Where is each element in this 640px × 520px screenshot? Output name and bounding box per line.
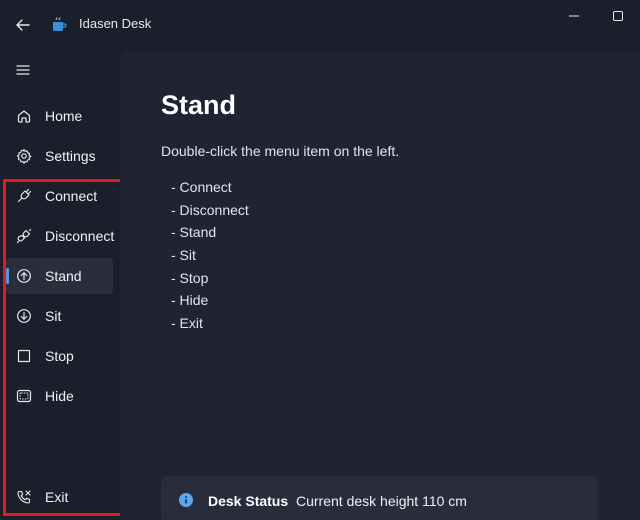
status-message: Current desk height 110 cm xyxy=(296,493,467,509)
plug-disconnect-icon xyxy=(16,228,32,244)
sidebar-item-home[interactable]: Home xyxy=(6,98,113,134)
list-item: - Sit xyxy=(171,247,196,264)
arrow-down-circle-icon xyxy=(16,308,32,324)
info-icon xyxy=(179,493,193,507)
list-item: - Hide xyxy=(171,292,209,309)
sidebar-item-label: Connect xyxy=(45,188,98,204)
app-window: Idasen Desk Home Settings Connect Discon… xyxy=(0,0,640,520)
exit-phone-icon xyxy=(16,489,32,505)
sidebar-item-label: Home xyxy=(45,108,83,124)
desk-status-bar: Desk Status Current desk height 110 cm xyxy=(161,476,597,520)
instruction-text: Double-click the menu item on the left. xyxy=(161,143,400,159)
arrow-left-icon xyxy=(16,19,30,31)
sidebar-item-exit[interactable]: Exit xyxy=(6,479,113,515)
sidebar-item-sit[interactable]: Sit xyxy=(6,298,113,334)
list-item: - Connect xyxy=(171,179,232,195)
list-item: - Stand xyxy=(171,224,217,241)
list-item: - Disconnect xyxy=(171,201,249,218)
title-bar: Idasen Desk xyxy=(0,0,640,48)
sidebar-item-label: Stand xyxy=(45,268,82,284)
stop-square-icon xyxy=(16,348,32,364)
maximize-button[interactable] xyxy=(606,4,630,28)
sidebar-item-label: Hide xyxy=(45,388,74,404)
sidebar-item-label: Exit xyxy=(45,489,69,505)
minimize-button[interactable] xyxy=(562,4,586,28)
sidebar-item-label: Stop xyxy=(45,348,74,364)
maximize-icon xyxy=(613,11,623,21)
back-button[interactable] xyxy=(8,10,38,40)
page-title: Stand xyxy=(161,90,237,120)
content-pane: Stand Double-click the menu item on the … xyxy=(120,52,640,520)
command-list: - Connect - Disconnect - Stand - Sit - S… xyxy=(171,176,249,335)
list-item: - Stop xyxy=(171,269,209,286)
gear-icon xyxy=(16,148,32,164)
menu-toggle-button[interactable] xyxy=(8,56,38,84)
arrow-up-circle-icon xyxy=(16,268,32,284)
status-title: Desk Status xyxy=(208,493,289,509)
hide-window-icon xyxy=(16,388,32,404)
hamburger-icon xyxy=(16,65,30,75)
coffee-cup-icon xyxy=(53,17,67,31)
sidebar-item-label: Disconnect xyxy=(45,228,115,244)
sidebar-item-settings[interactable]: Settings xyxy=(6,138,113,174)
sidebar-item-disconnect[interactable]: Disconnect xyxy=(6,218,115,254)
sidebar-item-connect[interactable]: Connect xyxy=(6,178,113,214)
selection-indicator xyxy=(6,268,9,284)
plug-connect-icon xyxy=(16,188,32,204)
home-icon xyxy=(16,108,32,124)
sidebar-item-stand[interactable]: Stand xyxy=(6,258,113,294)
sidebar-item-stop[interactable]: Stop xyxy=(6,338,113,374)
sidebar-item-hide[interactable]: Hide xyxy=(6,378,113,414)
sidebar-item-label: Settings xyxy=(45,148,96,164)
minimize-icon xyxy=(569,15,579,17)
sidebar-item-label: Sit xyxy=(45,308,62,324)
list-item: - Exit xyxy=(171,315,203,332)
app-title: Idasen Desk xyxy=(79,16,152,31)
